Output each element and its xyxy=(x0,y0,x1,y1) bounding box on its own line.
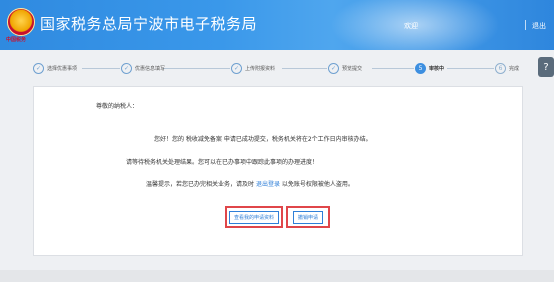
reminder-prefix: 温馨提示，若您已办完相关业务，请及时 xyxy=(146,181,255,188)
emblem-caption: 中国税务 xyxy=(6,37,27,43)
check-icon: ✓ xyxy=(328,62,339,74)
step-label: 完成 xyxy=(509,65,520,72)
step-connector xyxy=(82,68,120,69)
step-under-review: 5 审核中 xyxy=(415,61,444,75)
step-label: 优惠信息填写 xyxy=(135,65,166,72)
site-title: 国家税务总局宁波市电子税务局 xyxy=(40,15,258,33)
result-card: 尊敬的纳税人： 您好！您的 税收减免备案 申请已成功提交，税务机关将在2个工作日… xyxy=(33,86,523,256)
step-label: 上传附报资料 xyxy=(245,65,276,72)
step-select-item: ✓ 选择优惠事项 xyxy=(33,61,77,75)
step-upload: ✓ 上传附报资料 xyxy=(231,61,275,75)
reminder-suffix: 以免账号权限被他人盗用。 xyxy=(281,181,354,188)
footer-bar xyxy=(0,270,554,282)
step-label: 审核中 xyxy=(429,65,445,72)
step-preview-submit: ✓ 预览提交 xyxy=(328,61,362,75)
step-connector xyxy=(163,68,230,69)
header-divider xyxy=(525,20,526,30)
check-icon: ✓ xyxy=(121,62,132,74)
await-result-message: 请等待税务机关处理结果。您可以在已办事项中跟踪此事项的办理进度！ xyxy=(126,159,319,166)
view-application-highlight: 查看我的申请资料 xyxy=(225,206,283,228)
reminder-message: 温馨提示，若您已办完相关业务，请及时 退出登录 以免账号权限被他人盗用。 xyxy=(146,179,354,188)
top-header: 中国税务 国家税务总局宁波市电子税务局 欢迎 退出 xyxy=(0,0,554,50)
tax-emblem-icon xyxy=(7,8,35,36)
submit-success-message: 您好！您的 税收减免备案 申请已成功提交，税务机关将在2个工作日内审核办结。 xyxy=(154,136,372,143)
step-connector xyxy=(282,68,327,69)
step-number-icon: 5 xyxy=(415,62,426,74)
step-label: 选择优惠事项 xyxy=(47,65,78,72)
welcome-text: 欢迎 xyxy=(404,22,418,30)
logout-inline-link[interactable]: 退出登录 xyxy=(256,181,280,188)
check-icon: ✓ xyxy=(33,62,44,74)
step-fill-info: ✓ 优惠信息填写 xyxy=(121,61,165,75)
step-connector xyxy=(372,68,414,69)
progress-stepper: ✓ 选择优惠事项 ✓ 优惠信息填写 ✓ 上传附报资料 ✓ 预览提交 5 审核中 … xyxy=(0,58,554,78)
step-number-icon: 6 xyxy=(495,62,506,74)
step-connector xyxy=(447,68,494,69)
check-icon: ✓ xyxy=(231,62,242,74)
view-application-button[interactable]: 查看我的申请资料 xyxy=(228,210,279,224)
withdraw-highlight: 撤销申请 xyxy=(286,206,330,228)
logout-link[interactable]: 退出 xyxy=(532,21,546,31)
step-complete: 6 完成 xyxy=(495,61,519,75)
help-icon[interactable]: ? xyxy=(538,57,554,77)
greeting-text: 尊敬的纳税人： xyxy=(96,103,139,110)
withdraw-application-button[interactable]: 撤销申请 xyxy=(292,210,323,224)
step-label: 预览提交 xyxy=(342,65,363,72)
